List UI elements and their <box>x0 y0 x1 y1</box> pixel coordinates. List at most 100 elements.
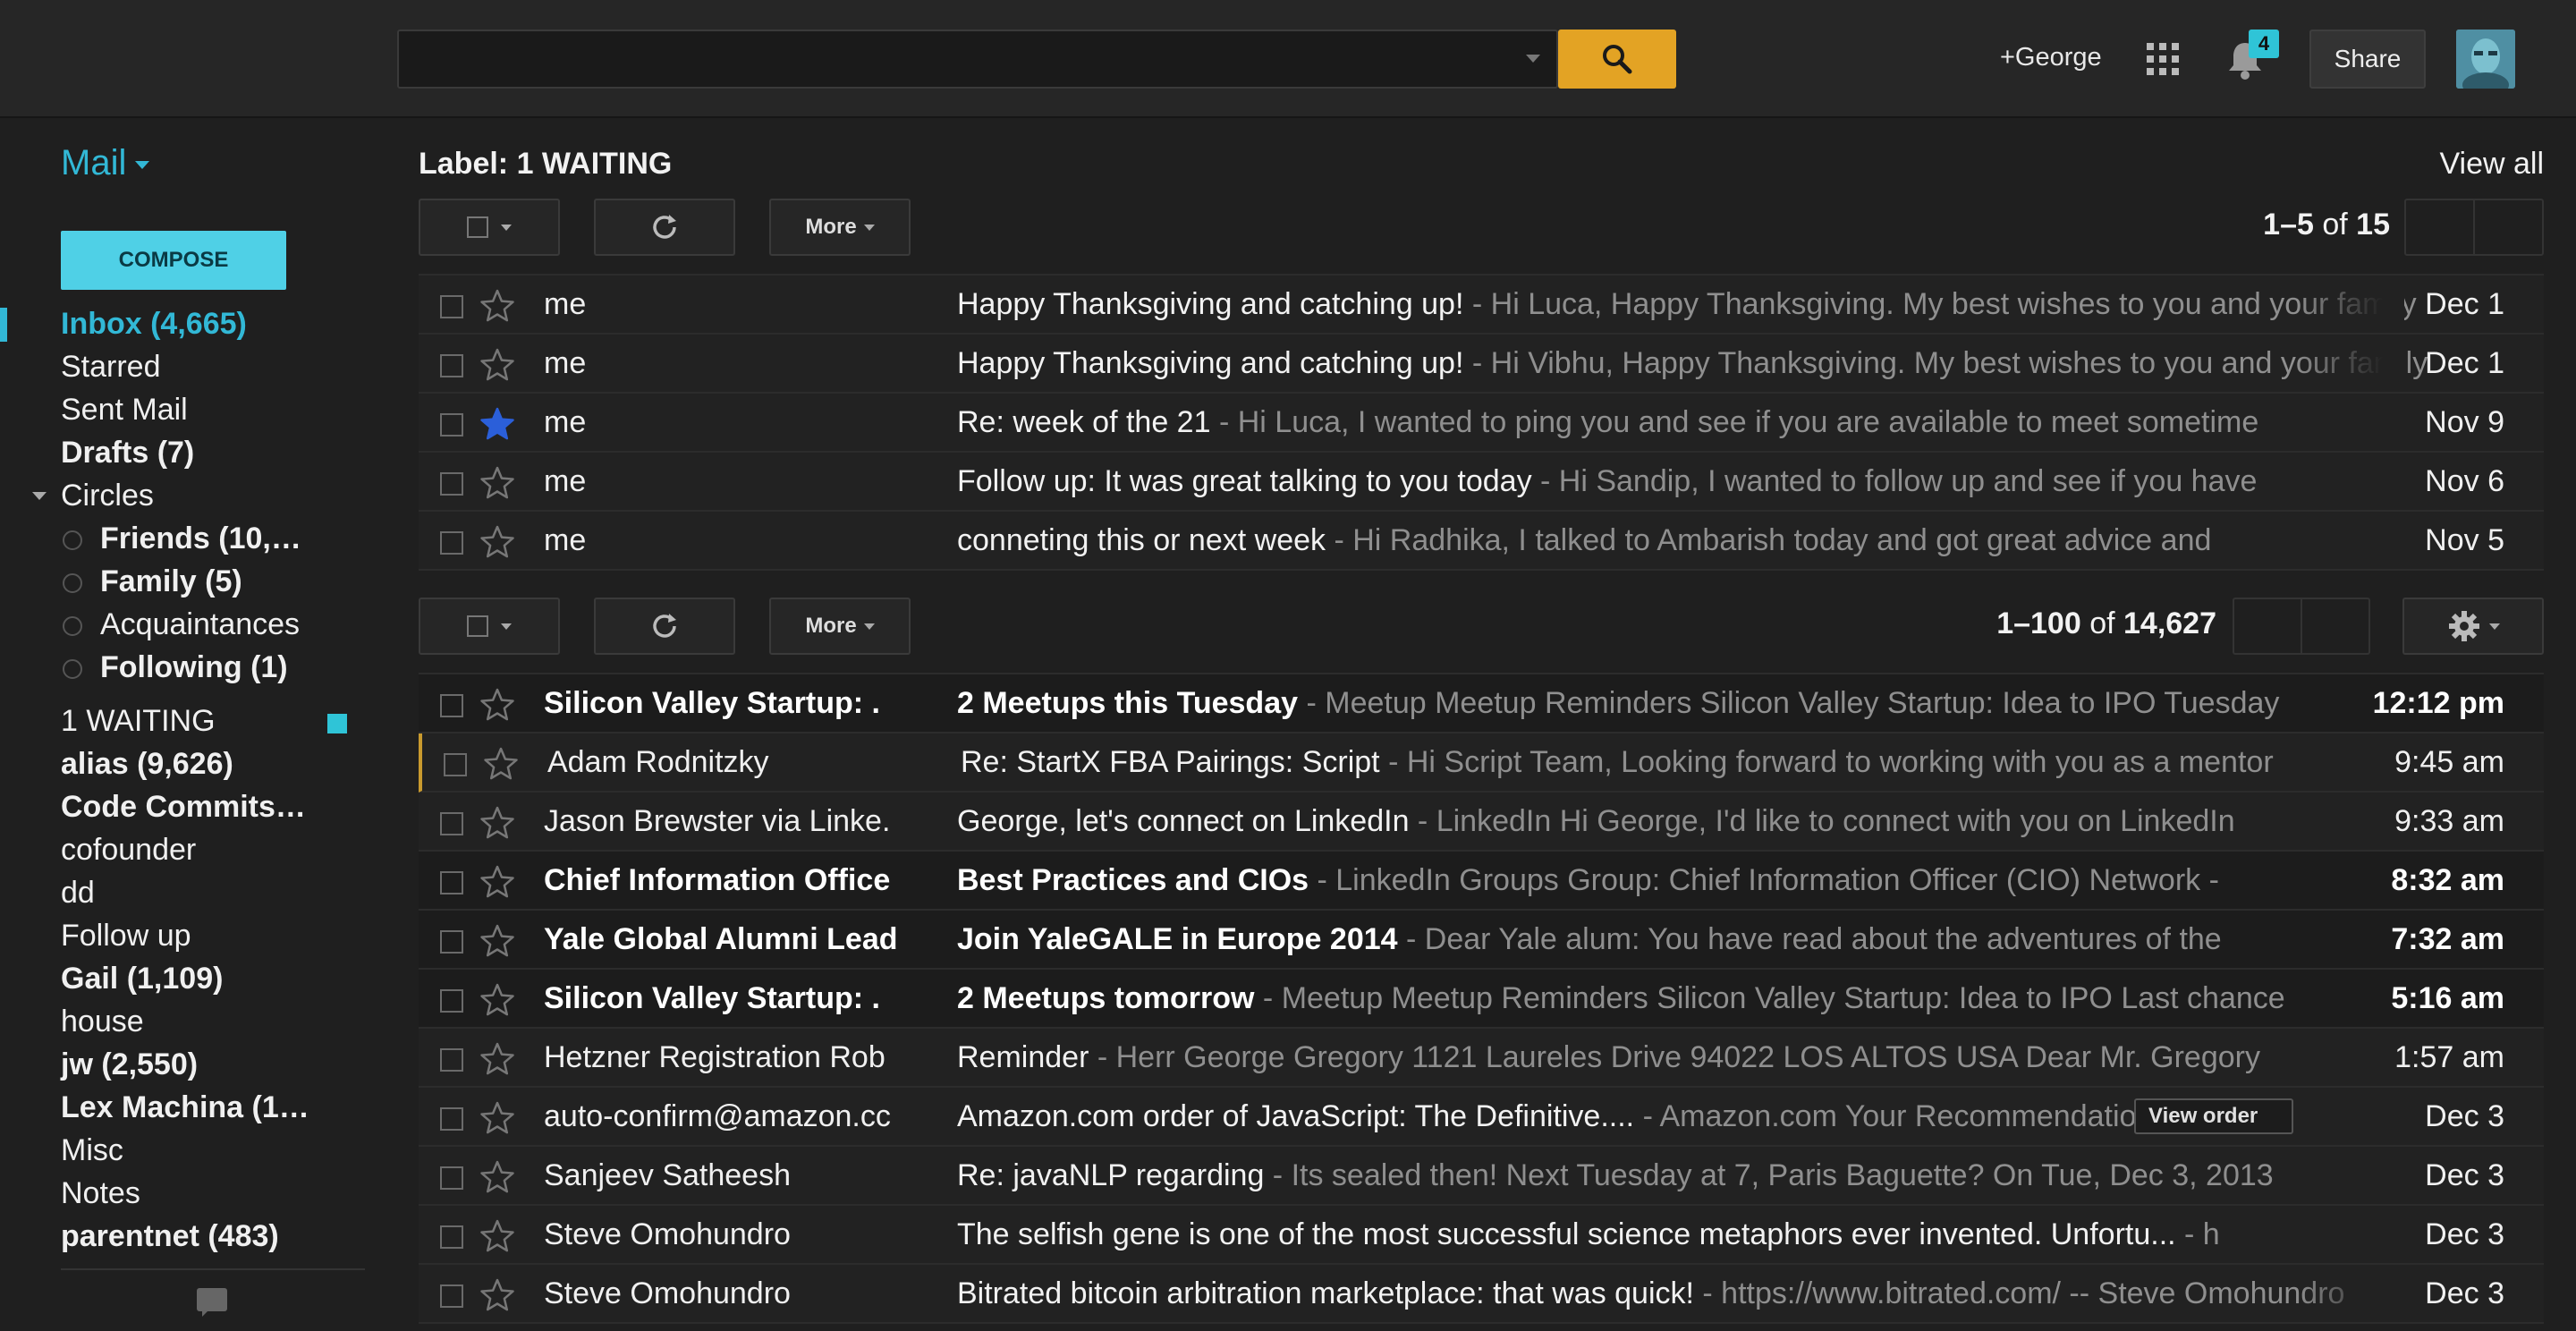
search-box[interactable] <box>397 30 1558 89</box>
star-icon[interactable] <box>479 923 515 959</box>
more-actions-button[interactable]: More <box>769 199 911 256</box>
mail-menu[interactable]: Mail <box>61 143 150 183</box>
star-icon[interactable] <box>479 687 515 723</box>
older-button[interactable] <box>2475 200 2542 254</box>
view-order-button[interactable]: View order <box>2134 1098 2293 1134</box>
sidebar-item-1-waiting[interactable]: 1 WAITING <box>0 699 376 742</box>
sidebar-item-house[interactable]: house <box>0 1000 376 1043</box>
row-checkbox[interactable] <box>440 295 463 318</box>
star-icon[interactable] <box>479 805 515 841</box>
row-checkbox[interactable] <box>440 694 463 717</box>
sidebar-item-code-commits[interactable]: Code Commits… <box>0 785 376 828</box>
mail-row[interactable]: Sanjeev Satheesh Re: javaNLP regarding - … <box>419 1147 2544 1206</box>
more-actions-button[interactable]: More <box>769 598 911 655</box>
row-checkbox[interactable] <box>440 930 463 954</box>
refresh-button[interactable] <box>594 598 735 655</box>
newer-button[interactable] <box>2406 200 2475 254</box>
search-options-caret-icon[interactable] <box>1526 55 1540 63</box>
mail-row[interactable]: Silicon Valley Startup: . 2 Meetups tomor… <box>419 970 2544 1029</box>
row-checkbox[interactable] <box>440 472 463 496</box>
mail-row[interactable]: Yale Global Alumni Lead Join YaleGALE in … <box>419 911 2544 970</box>
sidebar-item-following[interactable]: Following (1) <box>0 646 376 689</box>
mail-row[interactable]: me Happy Thanksgiving and catching up! - … <box>419 335 2544 394</box>
row-checkbox[interactable] <box>440 1166 463 1190</box>
search-input[interactable] <box>399 31 1556 87</box>
share-button[interactable]: Share <box>2309 30 2426 89</box>
sidebar-item-jw[interactable]: jw (2,550) <box>0 1043 376 1086</box>
mail-row[interactable]: Adam Rodnitzky Re: StartX FBA Pairings: S… <box>419 733 2544 793</box>
sidebar-item-follow-up[interactable]: Follow up <box>0 914 376 957</box>
star-icon[interactable] <box>479 1100 515 1136</box>
sidebar-item-starred[interactable]: Starred <box>0 345 376 388</box>
mail-row[interactable]: Jason Brewster via Linke. George, let's c… <box>419 793 2544 852</box>
select-all-dropdown[interactable] <box>419 598 560 655</box>
star-icon[interactable] <box>483 746 519 782</box>
row-checkbox[interactable] <box>440 413 463 437</box>
sidebar-item-acquaintances[interactable]: Acquaintances <box>0 603 376 646</box>
sidebar-item-inbox[interactable]: Inbox (4,665) <box>0 302 376 345</box>
star-icon[interactable] <box>479 864 515 900</box>
row-checkbox[interactable] <box>440 812 463 835</box>
sidebar-item-gail[interactable]: Gail (1,109) <box>0 957 376 1000</box>
label-color-swatch[interactable] <box>327 714 347 733</box>
snippet: - Hi Luca, Happy Thanksgiving. My best w… <box>1463 287 2417 321</box>
newer-button[interactable] <box>2234 599 2302 653</box>
row-checkbox[interactable] <box>440 989 463 1013</box>
sidebar-item-parentnet[interactable]: parentnet (483) <box>0 1215 376 1258</box>
star-icon[interactable] <box>479 1218 515 1254</box>
select-all-checkbox[interactable] <box>467 615 488 637</box>
star-icon[interactable] <box>479 465 515 501</box>
row-checkbox[interactable] <box>444 753 467 776</box>
star-icon[interactable] <box>479 1277 515 1313</box>
star-icon[interactable] <box>479 288 515 324</box>
chat-icon[interactable] <box>197 1288 227 1317</box>
select-all-dropdown[interactable] <box>419 199 560 256</box>
older-button[interactable] <box>2302 599 2368 653</box>
sidebar-item-alias[interactable]: alias (9,626) <box>0 742 376 785</box>
star-icon[interactable] <box>479 982 515 1018</box>
star-icon[interactable] <box>479 1159 515 1195</box>
row-checkbox[interactable] <box>440 531 463 555</box>
row-checkbox[interactable] <box>440 1048 463 1072</box>
apps-grid-icon[interactable] <box>2147 43 2179 75</box>
sidebar-item-friends[interactable]: Friends (10,… <box>0 517 376 560</box>
sidebar-item-misc[interactable]: Misc <box>0 1129 376 1172</box>
sidebar-item-dd[interactable]: dd <box>0 871 376 914</box>
gear-icon <box>2449 611 2479 641</box>
mail-row[interactable]: me Follow up: It was great talking to you… <box>419 453 2544 512</box>
mail-row[interactable]: auto-confirm@amazon.cc Amazon.com order o… <box>419 1088 2544 1147</box>
sidebar-item-circles[interactable]: Circles <box>0 474 376 517</box>
row-checkbox[interactable] <box>440 1284 463 1308</box>
row-checkbox[interactable] <box>440 354 463 377</box>
view-all-link[interactable]: View all <box>2439 147 2544 182</box>
sidebar-item-lex-machina[interactable]: Lex Machina (1… <box>0 1086 376 1129</box>
mail-row[interactable]: me Happy Thanksgiving and catching up! - … <box>419 276 2544 335</box>
mail-row[interactable]: Silicon Valley Startup: . 2 Meetups this … <box>419 674 2544 733</box>
mail-row[interactable]: me Re: week of the 21 - Hi Luca, I wanted… <box>419 394 2544 453</box>
settings-button[interactable] <box>2402 598 2544 655</box>
sidebar-item-family[interactable]: Family (5) <box>0 560 376 603</box>
sidebar-item-sent-mail[interactable]: Sent Mail <box>0 388 376 431</box>
star-icon[interactable] <box>479 1041 515 1077</box>
expand-triangle-icon[interactable] <box>32 492 47 500</box>
select-all-checkbox[interactable] <box>467 216 488 238</box>
sidebar-item-notes[interactable]: Notes <box>0 1172 376 1215</box>
compose-button[interactable]: COMPOSE <box>61 231 286 290</box>
row-checkbox[interactable] <box>440 871 463 894</box>
mail-row[interactable]: Chief Information Office Best Practices a… <box>419 852 2544 911</box>
mail-row[interactable]: Steve Omohundro The selfish gene is one o… <box>419 1206 2544 1265</box>
sidebar-item-drafts[interactable]: Drafts (7) <box>0 431 376 474</box>
mail-row[interactable]: me conneting this or next week - Hi Radhi… <box>419 512 2544 571</box>
sidebar-item-cofounder[interactable]: cofounder <box>0 828 376 871</box>
user-profile-link[interactable]: +George <box>2000 43 2102 72</box>
row-checkbox[interactable] <box>440 1225 463 1249</box>
mail-row[interactable]: Hetzner Registration Rob Reminder - Herr … <box>419 1029 2544 1088</box>
search-button[interactable] <box>1558 30 1676 89</box>
star-icon[interactable] <box>479 524 515 560</box>
avatar[interactable] <box>2456 30 2515 89</box>
star-icon[interactable] <box>479 347 515 383</box>
refresh-button[interactable] <box>594 199 735 256</box>
mail-row[interactable]: Steve Omohundro Bitrated bitcoin arbitrat… <box>419 1265 2544 1324</box>
star-icon[interactable] <box>479 406 515 442</box>
row-checkbox[interactable] <box>440 1107 463 1131</box>
